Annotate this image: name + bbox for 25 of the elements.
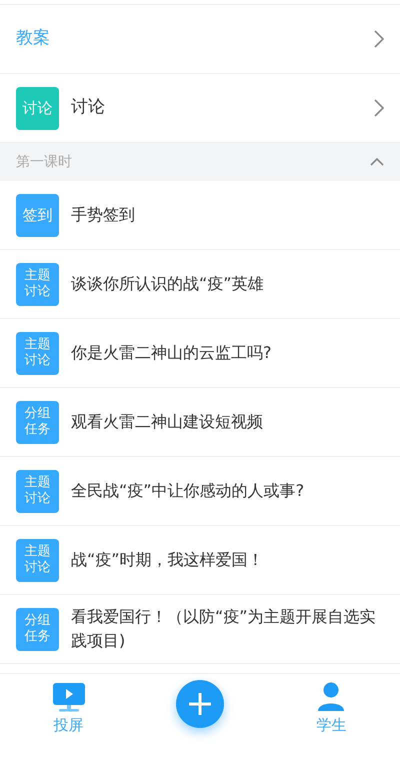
type-badge: 主题讨论 (16, 332, 59, 374)
add-button[interactable] (176, 680, 224, 728)
plus-icon (188, 692, 212, 716)
type-badge: 主题讨论 (16, 262, 59, 306)
user-icon (317, 682, 346, 712)
type-badge: 讨论 (16, 86, 59, 130)
activity-title[interactable]: 全民战“疫”中让你感动的人或事? (71, 479, 376, 503)
type-badge: 分组任务 (16, 608, 59, 650)
activity-title[interactable]: 看我爱国行！（以防“疫”为主题开展自选实践项目) (71, 605, 376, 653)
type-badge: 签到 (16, 194, 59, 236)
activity-title[interactable]: 战“疫”时期，我这样爱国！ (71, 548, 376, 572)
activity-title[interactable]: 你是火雷二神山的云监工吗? (71, 341, 376, 365)
activity-title[interactable]: 手势签到 (71, 203, 376, 227)
activity-title[interactable]: 谈谈你所认识的战“疫”英雄 (71, 272, 376, 296)
chevron-right-icon (374, 99, 384, 117)
activity-title[interactable]: 观看火雷二神山建设短视频 (71, 410, 376, 434)
chevron-right-icon (374, 30, 384, 48)
collapse-icon[interactable] (370, 157, 384, 167)
row-label: 教案 (16, 27, 50, 50)
type-badge: 分组任务 (16, 400, 59, 444)
play-screen-icon (52, 682, 85, 712)
type-badge: 主题讨论 (16, 470, 59, 512)
type-badge: 主题讨论 (16, 538, 59, 582)
row-label: 讨论 (71, 96, 105, 120)
section-title: 第一课时 (16, 152, 72, 172)
